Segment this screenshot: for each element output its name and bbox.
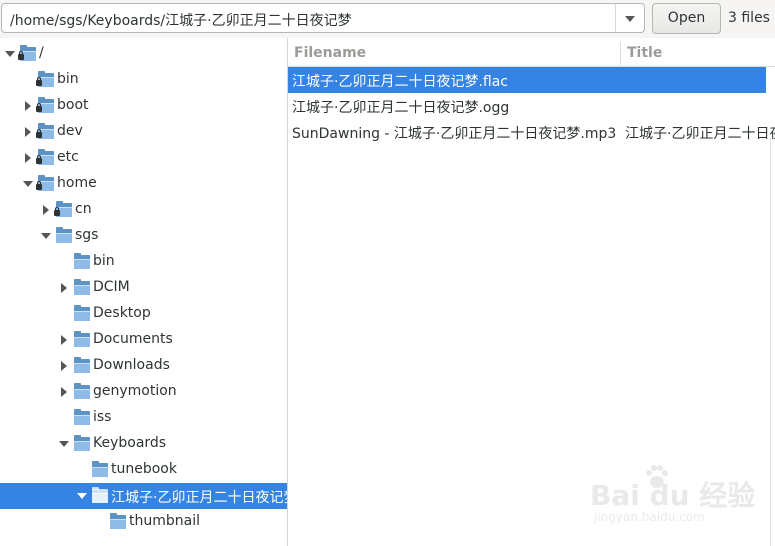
tree-item[interactable]: 江城子·乙卯正月二十日夜记梦 (0, 483, 287, 509)
locked-folder-icon (36, 97, 54, 113)
path-dropdown-button[interactable] (615, 4, 644, 32)
expander-expanded-icon[interactable] (59, 441, 69, 447)
folder-icon (74, 435, 90, 451)
tree-item[interactable]: Keyboards (0, 431, 287, 457)
folder-icon (74, 279, 90, 295)
locked-folder-icon (36, 123, 54, 139)
file-count-label: 3 files (728, 10, 770, 26)
scrollbar[interactable] (770, 138, 775, 546)
file-row[interactable]: SunDawning - 江城子·乙卯正月二十日夜记梦.mp3 江城子·乙卯正月二… (288, 119, 775, 145)
tree-item[interactable]: DCIM (0, 275, 287, 301)
expander-expanded-icon[interactable] (41, 233, 51, 239)
expander-collapsed-icon[interactable] (61, 361, 67, 371)
column-header-title[interactable]: Title (627, 45, 662, 61)
folder-icon (74, 305, 90, 321)
tree-item-label: etc (57, 149, 79, 165)
locked-folder-icon (54, 201, 72, 217)
expander-collapsed-icon[interactable] (25, 101, 31, 111)
expander-collapsed-icon[interactable] (25, 127, 31, 137)
column-separator[interactable] (620, 42, 621, 66)
tree-item-label: bin (93, 253, 115, 269)
expander-collapsed-icon[interactable] (61, 283, 67, 293)
file-title-cell: 江城子·乙卯正月二十日夜记梦 (625, 126, 775, 142)
expander-expanded-icon[interactable] (5, 51, 15, 57)
tree-item[interactable]: dev (0, 119, 287, 145)
tree-item[interactable]: Documents (0, 327, 287, 353)
path-combo-box[interactable]: /home/sgs/Keyboards/江城子·乙卯正月二十日夜记梦 (1, 3, 645, 33)
locked-folder-icon (36, 175, 54, 191)
locked-folder-icon (18, 45, 36, 61)
tree-item-label: boot (57, 97, 89, 113)
expander-expanded-icon[interactable] (77, 493, 87, 499)
expander-expanded-icon[interactable] (23, 181, 33, 187)
tree-item-label: home (57, 175, 97, 191)
toolbar: /home/sgs/Keyboards/江城子·乙卯正月二十日夜记梦 Open … (0, 0, 775, 38)
tree-item[interactable]: etc (0, 145, 287, 171)
tree-item-label: bin (57, 71, 79, 87)
folder-icon (74, 383, 90, 399)
expander-collapsed-icon[interactable] (61, 335, 67, 345)
folder-tree[interactable]: / bin boot dev etc home cn sgs bin DCIM Desktop Doc… (0, 38, 287, 546)
watermark-url: jingyan.baidu.com (594, 510, 705, 524)
tree-item[interactable]: Desktop (0, 301, 287, 327)
tree-item-label: tunebook (111, 461, 177, 477)
open-button[interactable]: Open (652, 3, 721, 34)
tree-item-label: DCIM (93, 279, 130, 295)
tree-item-label: 江城子·乙卯正月二十日夜记梦 (111, 490, 287, 506)
locked-folder-icon (36, 71, 54, 87)
tree-item-label: / (39, 45, 44, 61)
folder-icon (74, 331, 90, 347)
tree-item[interactable]: / (0, 41, 287, 67)
tree-item-label: sgs (75, 227, 99, 243)
path-text[interactable]: /home/sgs/Keyboards/江城子·乙卯正月二十日夜记梦 (10, 10, 352, 30)
file-row[interactable]: 江城子·乙卯正月二十日夜记梦.ogg (288, 93, 766, 119)
tree-item[interactable]: thumbnail (0, 509, 287, 535)
tree-item[interactable]: sgs (0, 223, 287, 249)
tree-item-label: iss (93, 409, 112, 425)
tree-item[interactable]: Downloads (0, 353, 287, 379)
file-row[interactable]: 江城子·乙卯正月二十日夜记梦.flac (288, 67, 766, 93)
tree-item-label: Desktop (93, 305, 151, 321)
baidu-watermark: Bai du 经验 jingyan.baidu.com (590, 462, 755, 532)
tree-item-label: Downloads (93, 357, 170, 373)
folder-icon (92, 461, 108, 477)
folder-icon (56, 227, 72, 243)
tree-item-label: Documents (93, 331, 173, 347)
tree-item[interactable]: home (0, 171, 287, 197)
tree-item[interactable]: bin (0, 67, 287, 93)
chevron-down-icon (625, 16, 635, 22)
tree-item-label: Keyboards (93, 435, 167, 451)
column-header-filename[interactable]: Filename (294, 45, 366, 61)
file-name-cell: 江城子·乙卯正月二十日夜记梦.flac (292, 74, 508, 90)
tree-item-label: genymotion (93, 383, 177, 399)
tree-item[interactable]: iss (0, 405, 287, 431)
watermark-logo-text: Bai du 经验 (590, 479, 756, 512)
folder-icon (92, 487, 108, 503)
expander-collapsed-icon[interactable] (43, 205, 49, 215)
file-list-header: Filename Title (288, 42, 775, 67)
file-name-cell: 江城子·乙卯正月二十日夜记梦.ogg (292, 100, 510, 116)
tree-item-label: dev (57, 123, 83, 139)
tree-item-label: thumbnail (129, 513, 200, 529)
tree-item[interactable]: bin (0, 249, 287, 275)
expander-collapsed-icon[interactable] (25, 153, 31, 163)
folder-icon (74, 409, 90, 425)
folder-icon (74, 357, 90, 373)
tree-item[interactable]: tunebook (0, 457, 287, 483)
tree-item[interactable]: boot (0, 93, 287, 119)
locked-folder-icon (36, 149, 54, 165)
file-name-cell: SunDawning - 江城子·乙卯正月二十日夜记梦.mp3 (292, 126, 617, 142)
expander-collapsed-icon[interactable] (61, 387, 67, 397)
tree-item-label: cn (75, 201, 92, 217)
folder-icon (74, 253, 90, 269)
tree-item[interactable]: cn (0, 197, 287, 223)
folder-icon (110, 513, 126, 529)
tree-item[interactable]: genymotion (0, 379, 287, 405)
